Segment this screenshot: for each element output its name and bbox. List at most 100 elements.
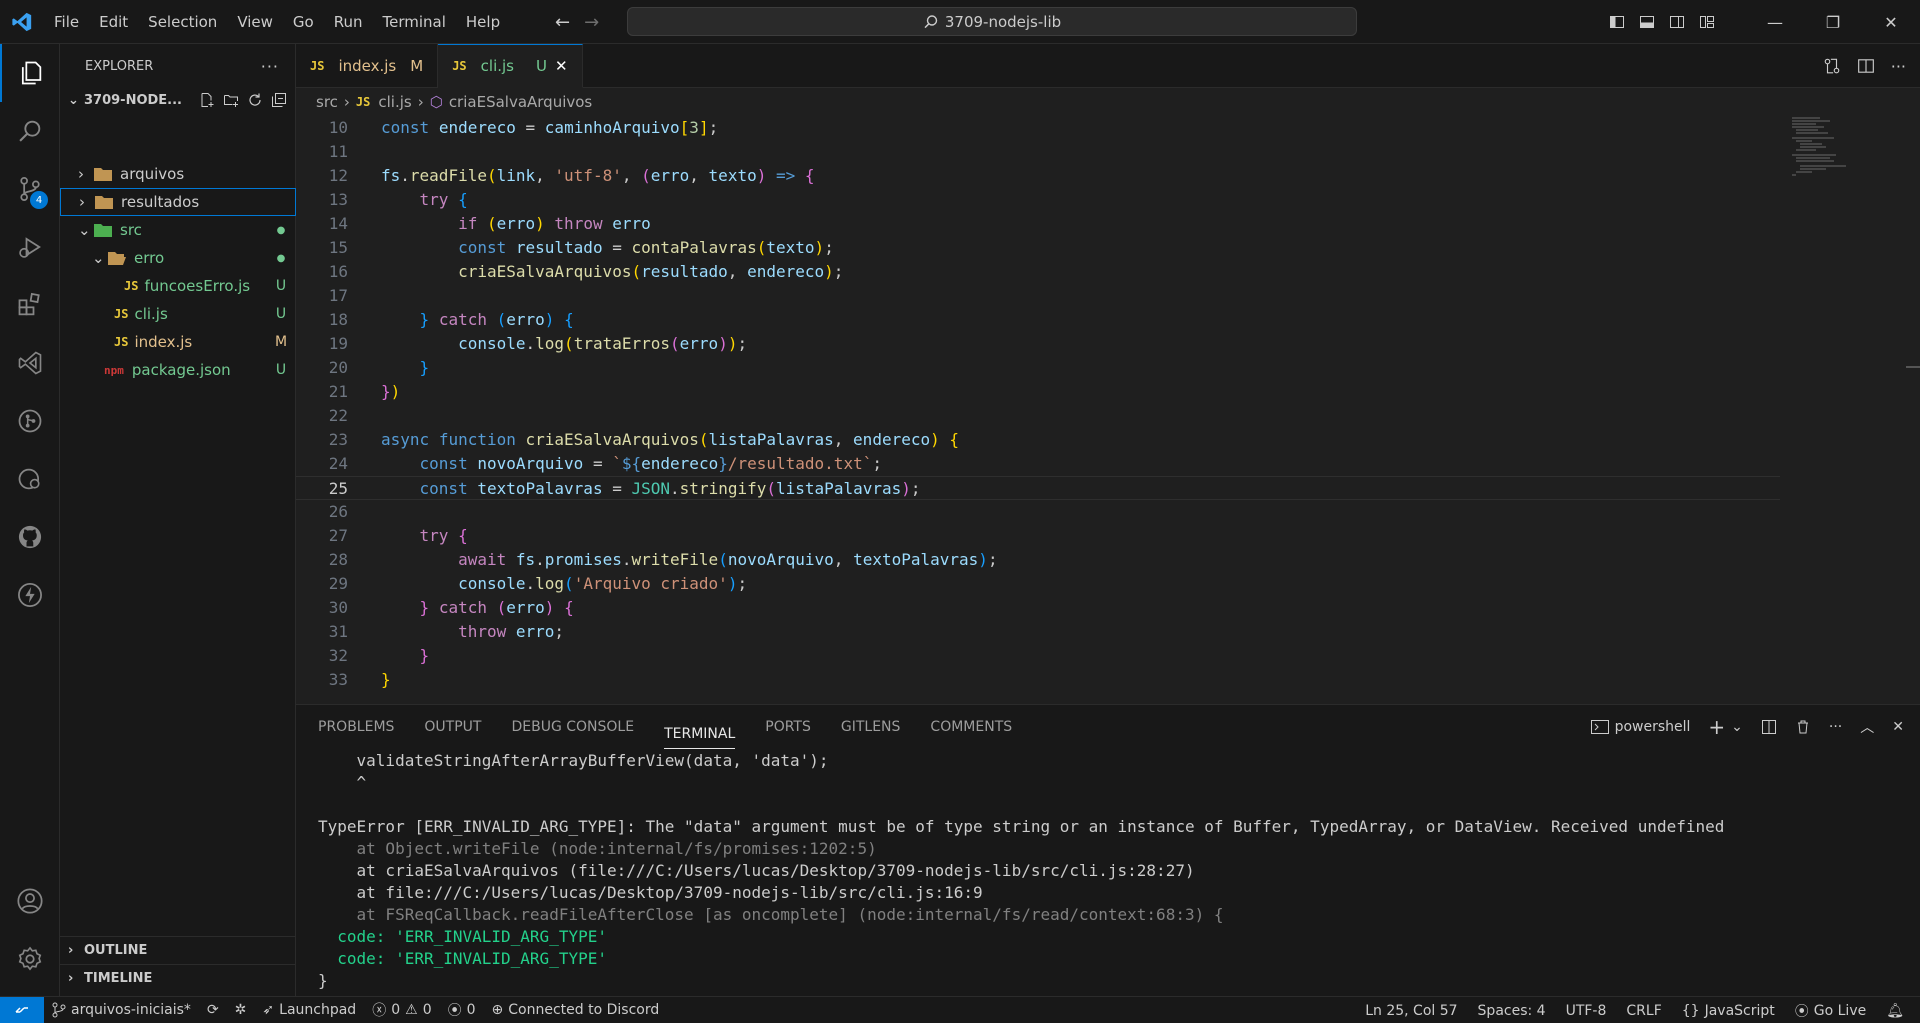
panel-tab-problems[interactable]: PROBLEMS	[318, 705, 394, 749]
chevron-right-icon: ›	[343, 93, 350, 111]
git-graph-icon[interactable]	[0, 392, 60, 450]
close-panel-icon[interactable]: ✕	[1892, 719, 1904, 735]
menu-selection[interactable]: Selection	[138, 0, 227, 44]
cursor-position[interactable]: Ln 25, Col 57	[1355, 997, 1467, 1023]
toggle-primary-sidebar-icon[interactable]	[1602, 0, 1632, 44]
panel-tab-comments[interactable]: COMMENTS	[930, 705, 1012, 749]
code-editor[interactable]: 10 const endereco = caminhoArquivo[3]; 11…	[296, 116, 1920, 704]
language-mode[interactable]: {} JavaScript	[1672, 997, 1785, 1023]
sync-icon[interactable]: ⟳	[199, 997, 227, 1023]
collapse-all-icon[interactable]	[271, 92, 287, 108]
panel-tab-gitlens[interactable]: GITLENS	[841, 705, 901, 749]
forward-arrow-icon[interactable]: →	[584, 12, 599, 33]
workspace-folder-header[interactable]: ⌄ 3709-NODE...	[60, 88, 295, 112]
discord-indicator[interactable]: ⊕ Connected to Discord	[484, 997, 668, 1023]
editor-more-icon[interactable]: ···	[1891, 57, 1906, 76]
source-control-icon[interactable]: 4	[0, 160, 60, 218]
folder-icon	[95, 196, 113, 209]
split-editor-icon[interactable]	[1857, 57, 1875, 75]
tab-cli-js[interactable]: JS cli.js U ✕	[438, 44, 583, 88]
tree-folder-resultados[interactable]: › resultados	[60, 188, 296, 216]
scrollbar-marker[interactable]	[1906, 366, 1920, 368]
new-terminal-icon[interactable]: +	[1708, 715, 1725, 739]
panel-tab-output[interactable]: OUTPUT	[424, 705, 481, 749]
go-live-label: Go Live	[1813, 1002, 1867, 1019]
line-number: 11	[328, 142, 348, 161]
panel-tab-debug-console[interactable]: DEBUG CONSOLE	[511, 705, 634, 749]
remote-explorer-icon[interactable]	[0, 450, 60, 508]
toggle-panel-icon[interactable]	[1632, 0, 1662, 44]
minimize-icon[interactable]: —	[1746, 0, 1804, 44]
tree-label: erro	[134, 249, 165, 267]
extensions-icon[interactable]	[0, 276, 60, 334]
tree-label: cli.js	[134, 305, 168, 323]
lightning-icon[interactable]	[0, 566, 60, 624]
menu-view[interactable]: View	[227, 0, 283, 44]
tree-folder-erro[interactable]: ⌄ erro ●	[60, 244, 296, 272]
launchpad-indicator[interactable]: ➶ Launchpad	[254, 997, 364, 1023]
problems-indicator[interactable]: ⓧ 0 ⚠ 0	[364, 997, 439, 1023]
tree-folder-arquivos[interactable]: › arquivos	[60, 160, 296, 188]
trash-icon[interactable]	[1795, 719, 1811, 735]
timeline-section[interactable]: › TIMELINE	[60, 964, 296, 992]
chevron-down-icon[interactable]: ⌄	[1731, 719, 1743, 735]
new-file-icon[interactable]	[199, 92, 215, 108]
end-of-line[interactable]: CRLF	[1616, 997, 1671, 1023]
refresh-icon[interactable]	[247, 92, 263, 108]
tree-file-cli[interactable]: JS cli.js U	[60, 300, 296, 328]
indentation[interactable]: Spaces: 4	[1468, 997, 1556, 1023]
ports-indicator[interactable]: ⦿ 0	[440, 997, 484, 1023]
menu-go[interactable]: Go	[283, 0, 324, 44]
tree-label: funcoesErro.js	[144, 277, 251, 295]
visual-studio-icon[interactable]	[0, 334, 60, 392]
run-debug-icon[interactable]	[0, 218, 60, 276]
outline-section[interactable]: › OUTLINE	[60, 936, 296, 964]
panel-tab-terminal[interactable]: TERMINAL	[664, 719, 736, 749]
command-center[interactable]: 3709-nodejs-lib	[627, 7, 1357, 36]
minimap[interactable]	[1790, 116, 1850, 196]
breadcrumb-symbol[interactable]: criaESalvaArquivos	[449, 93, 592, 111]
breadcrumb-file[interactable]: cli.js	[378, 93, 411, 111]
split-terminal-icon[interactable]	[1761, 719, 1777, 735]
panel-more-icon[interactable]: ···	[1829, 719, 1842, 735]
restore-icon[interactable]: ❐	[1804, 0, 1862, 44]
accounts-icon[interactable]	[0, 872, 60, 930]
panel-tab-ports[interactable]: PORTS	[765, 705, 811, 749]
explorer-sidebar: EXPLORER ··· ⌄ 3709-NODE... › arquivos ›…	[60, 44, 296, 996]
tree-file-package-json[interactable]: npm package.json U	[60, 356, 296, 384]
explorer-more-icon[interactable]: ···	[261, 57, 279, 76]
breadcrumb-src[interactable]: src	[316, 93, 338, 111]
maximize-panel-icon[interactable]: ︿	[1860, 717, 1874, 737]
menu-terminal[interactable]: Terminal	[373, 0, 456, 44]
new-folder-icon[interactable]	[223, 92, 239, 108]
terminal-shell-selector[interactable]: powershell	[1590, 719, 1690, 735]
explorer-icon[interactable]	[0, 44, 60, 102]
tab-status: M	[410, 57, 424, 75]
close-window-icon[interactable]: ✕	[1862, 0, 1920, 44]
go-live-button[interactable]: ⦿ Go Live	[1785, 997, 1876, 1023]
github-icon[interactable]	[0, 508, 60, 566]
settings-gear-icon[interactable]	[0, 930, 60, 988]
open-changes-icon[interactable]	[1823, 57, 1841, 75]
menu-edit[interactable]: Edit	[89, 0, 138, 44]
terminal-icon	[1590, 720, 1609, 734]
tab-index-js[interactable]: JS index.js M	[296, 44, 439, 88]
menu-run[interactable]: Run	[324, 0, 373, 44]
ports-count: 0	[466, 1002, 476, 1018]
customize-layout-icon[interactable]	[1692, 0, 1722, 44]
tree-file-funcoeserro[interactable]: JS funcoesErro.js U	[60, 272, 296, 300]
branch-indicator[interactable]: arquivos-iniciais*	[44, 997, 199, 1023]
back-arrow-icon[interactable]: ←	[555, 12, 570, 33]
notifications-bell-icon[interactable]: 🔔︎	[1876, 997, 1914, 1023]
tree-file-index[interactable]: JS index.js M	[60, 328, 296, 356]
file-status: U	[275, 306, 287, 322]
encoding[interactable]: UTF-8	[1556, 997, 1617, 1023]
debug-bug-icon[interactable]: ✲	[227, 997, 255, 1023]
menu-file[interactable]: File	[44, 0, 89, 44]
close-tab-icon[interactable]: ✕	[555, 57, 568, 75]
tree-folder-src[interactable]: ⌄ src ●	[60, 216, 296, 244]
remote-indicator-icon[interactable]	[0, 996, 44, 1023]
search-activity-icon[interactable]	[0, 102, 60, 160]
menu-help[interactable]: Help	[456, 0, 510, 44]
toggle-secondary-sidebar-icon[interactable]	[1662, 0, 1692, 44]
